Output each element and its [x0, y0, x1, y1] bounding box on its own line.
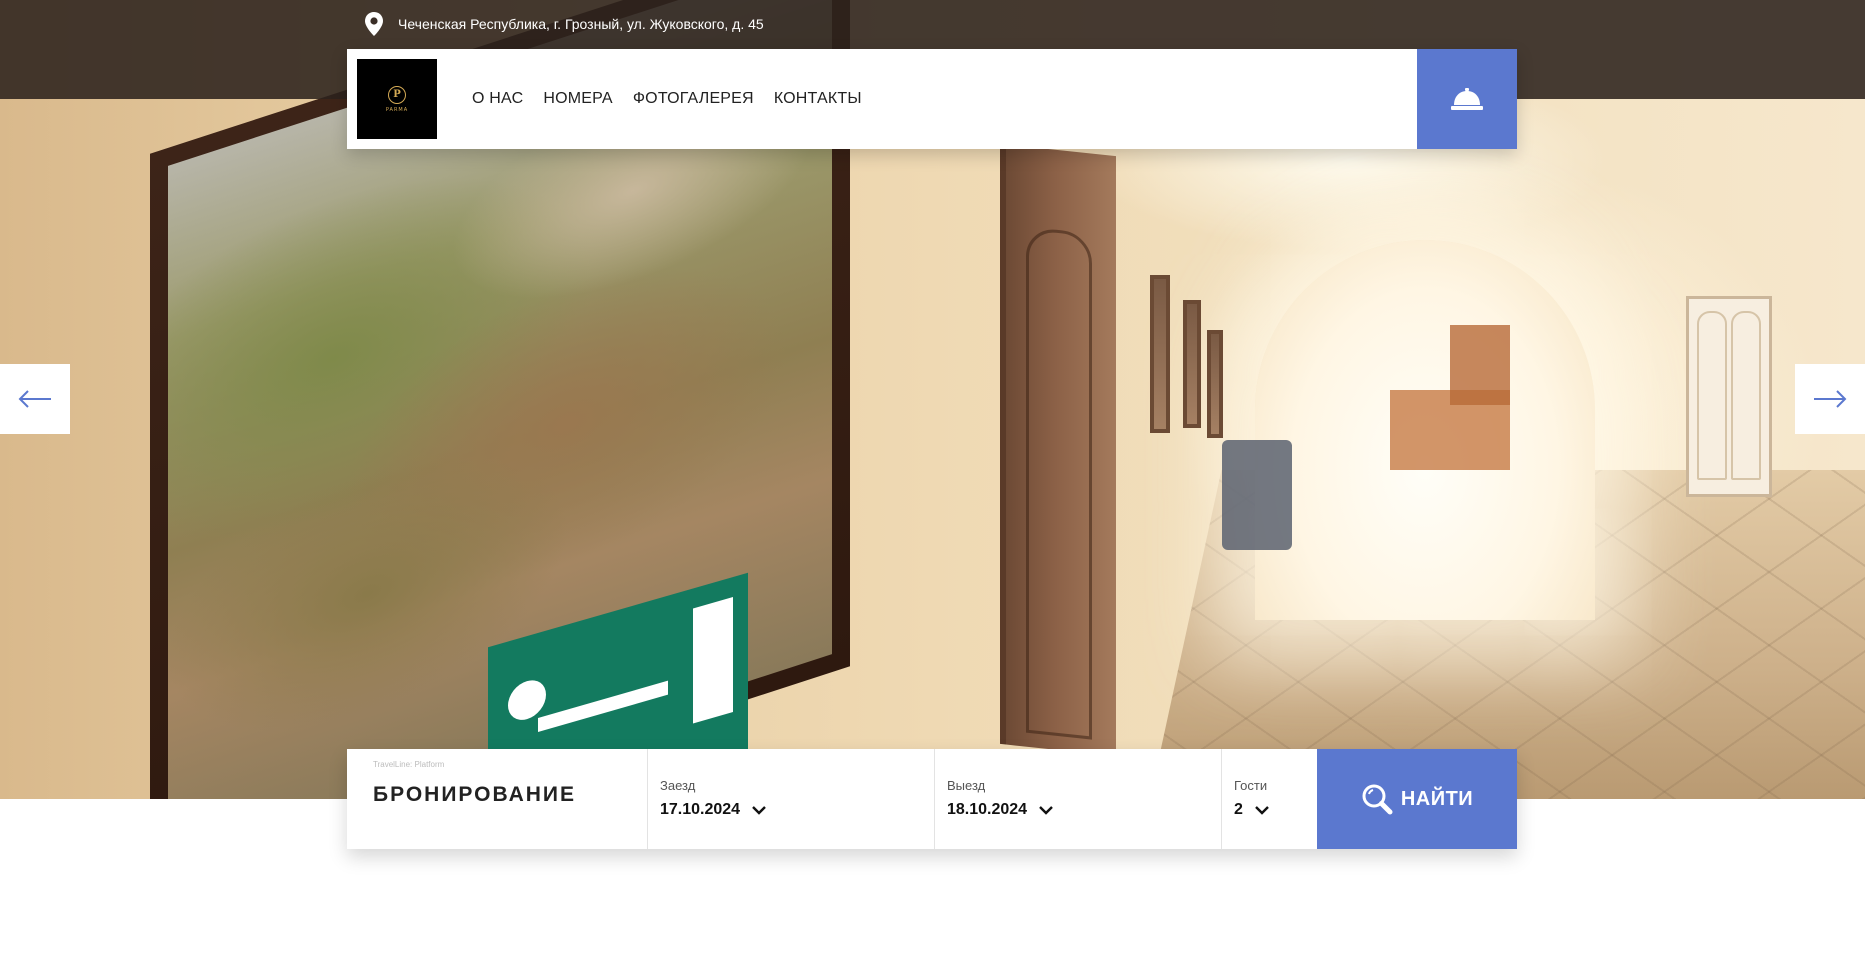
- check-out-value: 18.10.2024: [947, 801, 1028, 818]
- powered-by: TravelLine: Platform: [373, 760, 445, 769]
- hero-mirror: [1183, 300, 1201, 428]
- nav-item-contacts[interactable]: КОНТАКТЫ: [774, 90, 862, 108]
- chevron-down-icon: [1039, 805, 1053, 815]
- booking-widget: TravelLine: Platform БРОНИРОВАНИЕ Заезд …: [347, 749, 1517, 849]
- chevron-down-icon: [752, 805, 766, 815]
- check-out-value-wrap[interactable]: 18.10.2024: [947, 801, 1053, 819]
- hero-mirror: [1150, 275, 1170, 433]
- chevron-down-icon: [1255, 805, 1269, 815]
- map-pin-icon: [365, 12, 383, 36]
- check-in-label: Заезд: [660, 778, 696, 793]
- check-in-value-wrap[interactable]: 17.10.2024: [660, 801, 766, 819]
- guests-label: Гости: [1234, 778, 1268, 793]
- slider-next-button[interactable]: [1795, 364, 1865, 434]
- exit-runner-icon: [508, 675, 546, 725]
- search-button[interactable]: НАЙТИ: [1317, 749, 1517, 849]
- check-in-value: 17.10.2024: [660, 801, 741, 818]
- booking-title: БРОНИРОВАНИЕ: [373, 783, 577, 806]
- logo-text: PARMA: [385, 106, 409, 113]
- address: Чеченская Республика, г. Грозный, ул. Жу…: [364, 12, 764, 36]
- logo-mark: P: [388, 85, 406, 104]
- guests-field[interactable]: Гости 2: [1222, 749, 1317, 849]
- nav-item-about[interactable]: О НАС: [472, 90, 523, 108]
- hero-door-right: [1686, 296, 1772, 497]
- check-in-field[interactable]: Заезд 17.10.2024: [648, 749, 935, 849]
- booking-bell-button[interactable]: [1417, 49, 1517, 149]
- arrow-right-icon: [1814, 390, 1847, 408]
- guests-value: 2: [1234, 801, 1243, 818]
- guests-value-wrap[interactable]: 2: [1234, 801, 1269, 819]
- check-out-field[interactable]: Выезд 18.10.2024: [935, 749, 1222, 849]
- slider-prev-button[interactable]: [0, 364, 70, 434]
- main-nav: P PARMA О НАС НОМЕРА ФОТОГАЛЕРЕЯ КОНТАКТ…: [347, 49, 1517, 149]
- reception-bell-icon: [1451, 88, 1483, 110]
- hero-shelf: [1450, 325, 1510, 405]
- logo[interactable]: P PARMA: [357, 59, 437, 139]
- check-out-label: Выезд: [947, 778, 986, 793]
- arrow-left-icon: [18, 390, 51, 408]
- nav-menu: О НАС НОМЕРА ФОТОГАЛЕРЕЯ КОНТАКТЫ: [472, 49, 882, 149]
- hero-chair: [1222, 440, 1292, 550]
- booking-title-block: TravelLine: Platform БРОНИРОВАНИЕ: [347, 749, 648, 849]
- hero-door-wood: [1000, 143, 1116, 757]
- address-text: Чеченская Республика, г. Грозный, ул. Жу…: [398, 16, 764, 32]
- hero-mirror: [1207, 330, 1223, 438]
- search-icon: [1362, 784, 1393, 815]
- nav-item-gallery[interactable]: ФОТОГАЛЕРЕЯ: [633, 90, 754, 108]
- search-label: НАЙТИ: [1400, 787, 1474, 810]
- nav-item-rooms[interactable]: НОМЕРА: [543, 90, 612, 108]
